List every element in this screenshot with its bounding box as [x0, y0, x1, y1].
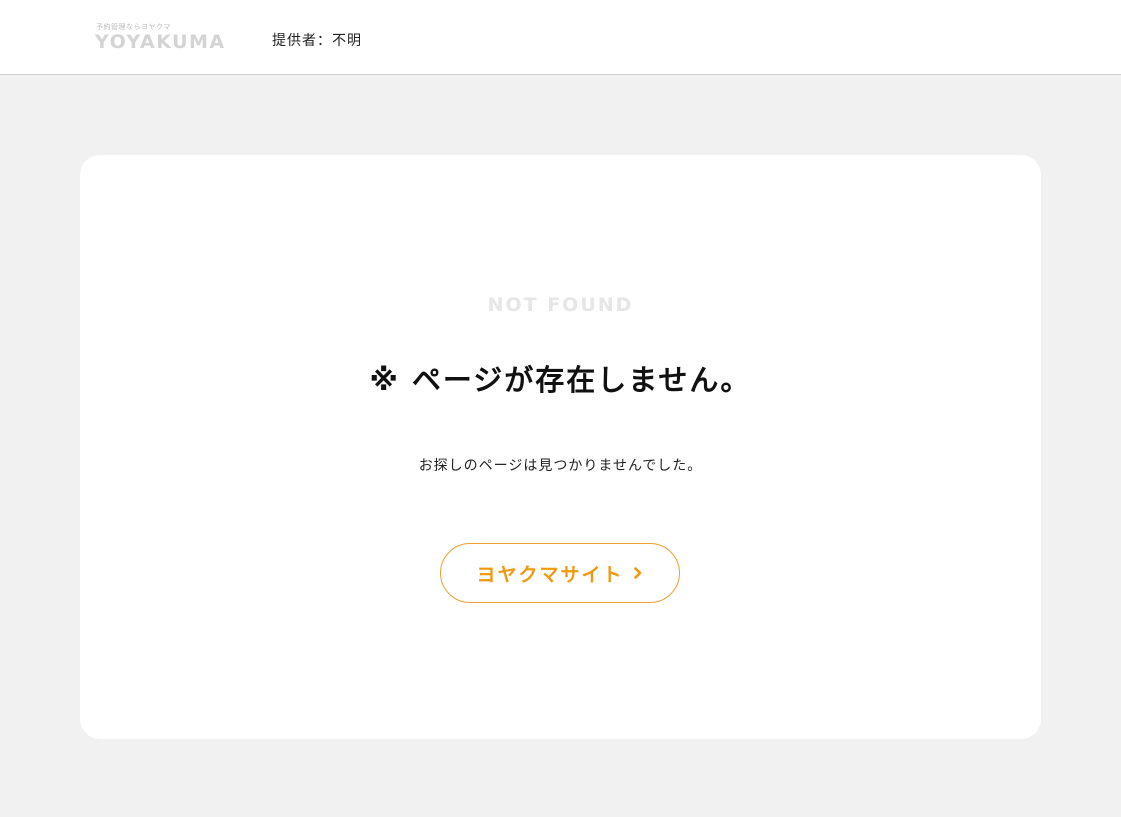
- not-found-card: NOT FOUND ※ ページが存在しません。 お探しのページは見つかりませんで…: [80, 155, 1041, 739]
- yoyakuma-site-button[interactable]: ヨヤクマサイト: [440, 543, 680, 603]
- site-header: 予約管理ならヨヤクマ YOYAKUMA 提供者：不明: [0, 0, 1121, 75]
- yoyakuma-logo[interactable]: 予約管理ならヨヤクマ YOYAKUMA: [95, 22, 235, 56]
- site-button-label: ヨヤクマサイト: [476, 563, 624, 586]
- provider-label: 提供者：不明: [272, 33, 362, 49]
- not-found-heading: NOT FOUND: [487, 294, 634, 316]
- not-found-message: お探しのページは見つかりませんでした。: [418, 458, 703, 474]
- page-title: ※ ページが存在しません。: [369, 363, 752, 397]
- logo-wordmark: YOYAKUMA: [95, 31, 226, 53]
- chevron-right-icon: [632, 566, 644, 580]
